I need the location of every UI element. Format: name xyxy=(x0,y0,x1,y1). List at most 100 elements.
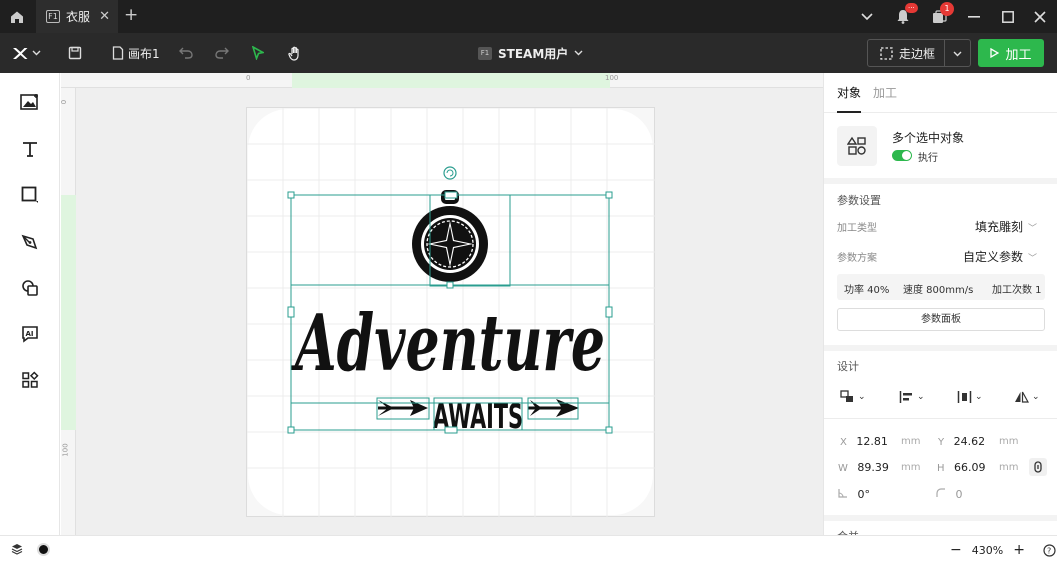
lock-icon xyxy=(1034,461,1042,473)
rotate-handle-icon[interactable] xyxy=(443,166,457,180)
x-value[interactable]: 12.81 xyxy=(856,435,888,448)
left-toolbar: AI xyxy=(0,73,60,535)
corner-radius-value[interactable]: 0 xyxy=(956,488,963,501)
maximize-icon xyxy=(1002,10,1014,23)
distribute-button[interactable]: ⌄ xyxy=(957,388,983,406)
rotation-field[interactable]: 0° xyxy=(838,488,870,501)
left-arrow-graphic[interactable] xyxy=(378,400,428,416)
design-section-title: 设计 xyxy=(837,360,859,373)
chevron-down-icon: ⌄ xyxy=(858,392,866,402)
compass-graphic[interactable] xyxy=(412,190,488,282)
angle-icon xyxy=(838,489,847,498)
arrange-button[interactable]: ⌄ xyxy=(840,388,866,406)
ai-tool[interactable]: AI xyxy=(18,322,42,346)
pen-icon xyxy=(21,234,38,250)
height-field[interactable]: H 66.09 mm xyxy=(937,461,1018,474)
notifications-button[interactable]: ··· xyxy=(886,0,920,33)
tab-process[interactable]: 加工 xyxy=(873,84,897,101)
corner-radius-field[interactable]: 0 xyxy=(936,488,963,501)
status-bar: − 430% + ? xyxy=(0,535,1057,563)
app-logo-icon xyxy=(13,47,28,59)
y-unit: mm xyxy=(999,436,1019,447)
save-button[interactable] xyxy=(68,33,82,73)
pen-tool[interactable] xyxy=(18,230,42,254)
ruler-selection-highlight xyxy=(61,195,76,430)
x-unit: mm xyxy=(901,436,921,447)
rotation-value[interactable]: 0° xyxy=(858,488,871,501)
canvas-selector[interactable]: 画布1 xyxy=(112,33,160,73)
add-tab-icon[interactable]: + xyxy=(124,5,138,25)
layers-button[interactable] xyxy=(11,543,23,558)
speed-value: 速度 800mm/s xyxy=(903,285,974,296)
ruler-tick: 0 xyxy=(246,74,251,82)
width-field[interactable]: W 89.39 mm xyxy=(838,461,920,474)
active-tab-indicator xyxy=(837,111,861,113)
x-field[interactable]: X 12.81 mm xyxy=(840,435,920,448)
left-ruler[interactable]: 0 100 xyxy=(60,88,76,535)
top-ruler[interactable]: 0 100 xyxy=(61,73,823,88)
right-arrow-graphic[interactable] xyxy=(528,399,579,417)
execute-toggle[interactable] xyxy=(892,150,912,161)
ruler-selection-highlight xyxy=(292,73,610,88)
y-field[interactable]: Y 24.62 mm xyxy=(938,435,1018,448)
close-window-button[interactable] xyxy=(1023,0,1057,33)
y-value[interactable]: 24.62 xyxy=(954,435,986,448)
trace-frame-button[interactable]: 走边框 xyxy=(868,40,945,66)
notification-badge: ··· xyxy=(905,3,918,13)
chevron-down-icon[interactable]: ﹀ xyxy=(1028,251,1037,264)
undo-button[interactable] xyxy=(179,33,193,73)
width-value[interactable]: 89.39 xyxy=(857,461,889,474)
rectangle-icon xyxy=(21,186,38,203)
passes-value: 加工次数 1 xyxy=(992,285,1042,296)
merge-section-title: 合并 xyxy=(837,528,859,535)
design-artwork[interactable]: Adventure AWAITS xyxy=(76,88,823,535)
tab-close-icon[interactable]: ✕ xyxy=(99,9,110,24)
flip-icon xyxy=(1015,391,1029,403)
chevron-down-icon xyxy=(861,12,873,20)
apps-grid-icon xyxy=(22,371,39,388)
image-tool[interactable] xyxy=(18,90,42,114)
chevron-down-icon xyxy=(953,51,962,57)
zoom-in-button[interactable]: + xyxy=(1013,542,1025,558)
align-button[interactable]: ⌄ xyxy=(899,388,925,406)
ruler-tick: 100 xyxy=(61,443,70,457)
elements-tool[interactable] xyxy=(18,276,42,300)
scheme-select[interactable]: 自定义参数 xyxy=(963,248,1023,265)
minimize-icon xyxy=(968,15,980,18)
shape-tool[interactable] xyxy=(18,183,42,207)
color-indicator[interactable] xyxy=(37,543,50,556)
home-button[interactable] xyxy=(0,0,33,33)
tab-object[interactable]: 对象 xyxy=(837,84,861,101)
tab-list-button[interactable] xyxy=(850,0,884,33)
section-divider xyxy=(824,345,1057,351)
maximize-button[interactable] xyxy=(991,0,1025,33)
zoom-level[interactable]: 430% xyxy=(972,544,1003,557)
flip-button[interactable]: ⌄ xyxy=(1014,388,1040,406)
user-selector[interactable]: F1 STEAM用户 xyxy=(478,33,583,73)
image-add-icon xyxy=(20,94,38,110)
chevron-down-icon[interactable]: ﹀ xyxy=(1028,221,1037,234)
y-label: Y xyxy=(938,437,945,448)
help-icon[interactable]: ? xyxy=(1043,543,1056,557)
text-tool[interactable] xyxy=(18,137,42,161)
minimize-button[interactable] xyxy=(957,0,991,33)
height-unit: mm xyxy=(999,462,1019,473)
cursor-icon xyxy=(252,46,264,60)
trace-frame-options[interactable] xyxy=(945,46,970,60)
redo-button[interactable] xyxy=(215,33,229,73)
canvas-workarea[interactable]: Adventure AWAITS xyxy=(76,88,823,535)
process-type-select[interactable]: 填充雕刻 xyxy=(975,218,1023,235)
height-value[interactable]: 66.09 xyxy=(954,461,986,474)
zoom-out-button[interactable]: − xyxy=(950,542,962,558)
process-button[interactable]: 加工 xyxy=(978,39,1044,67)
messages-button[interactable]: 1 xyxy=(922,0,956,33)
pan-tool-button[interactable] xyxy=(288,33,303,73)
aspect-lock-button[interactable] xyxy=(1029,458,1047,476)
select-tool-button[interactable] xyxy=(252,33,264,73)
user-label: STEAM用户 xyxy=(498,46,569,61)
app-menu-button[interactable] xyxy=(12,33,41,73)
param-panel-button[interactable]: 参数面板 xyxy=(837,308,1045,331)
document-tab[interactable]: F1 衣服 ✕ xyxy=(36,0,118,33)
apps-tool[interactable] xyxy=(18,368,42,392)
close-icon xyxy=(1034,10,1046,23)
